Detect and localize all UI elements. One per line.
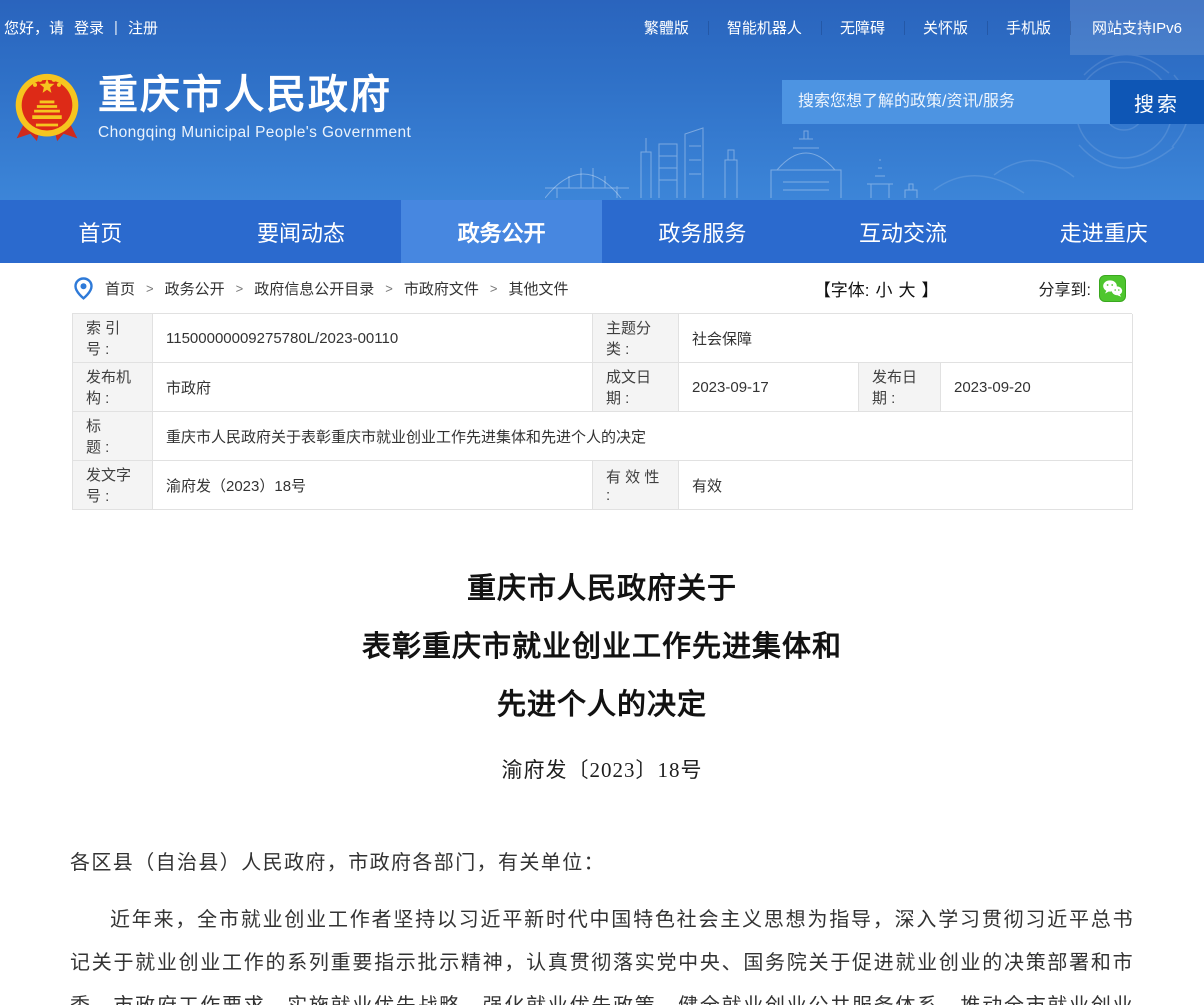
meta-title-value: 重庆市人民政府关于表彰重庆市就业创业工作先进集体和先进个人的决定 [153, 412, 1133, 461]
breadcrumb-separator: > [236, 281, 244, 296]
meta-agency-value: 市政府 [153, 363, 593, 412]
meta-doc-number-value: 渝府发（2023）18号 [153, 461, 593, 510]
meta-written-date-label: 成文日期 : [593, 363, 679, 412]
breadcrumb-directory[interactable]: 政府信息公开目录 [254, 278, 374, 299]
font-size-control: 【字体: 小 大 】 [814, 276, 939, 301]
main-nav: 首页 要闻动态 政务公开 政务服务 互动交流 走进重庆 [0, 200, 1204, 263]
topbar-user-area: 您好，请 登录 | 注册 [0, 17, 158, 38]
meta-topic-value: 社会保障 [679, 314, 1133, 363]
flower-decoration-image [874, 55, 1204, 200]
login-link[interactable]: 登录 [74, 17, 104, 38]
meta-index-value: 11500000009275780L/2023-00110 [153, 314, 593, 363]
nav-item-gov-services[interactable]: 政务服务 [602, 200, 803, 263]
document-title-line3: 先进个人的决定 [70, 676, 1134, 734]
site-subtitle: Chongqing Municipal People's Government [98, 124, 411, 142]
search-input[interactable] [782, 80, 1110, 124]
topbar-link-ipv6[interactable]: 网站支持IPv6 [1070, 0, 1204, 55]
register-link[interactable]: 注册 [128, 17, 158, 38]
document-number: 渝府发〔2023〕18号 [70, 754, 1134, 784]
nav-item-interaction[interactable]: 互动交流 [803, 200, 1004, 263]
breadcrumb-other-docs[interactable]: 其他文件 [508, 278, 568, 299]
breadcrumb-separator: > [385, 281, 393, 296]
font-control-prefix: 【字体: [814, 276, 870, 301]
font-smaller-button[interactable]: 小 [876, 276, 893, 301]
skyline-decoration-image [545, 126, 965, 200]
font-control-suffix: 】 [922, 276, 939, 301]
topbar-links: 繁體版 智能机器人 无障碍 关怀版 手机版 网站支持IPv6 [625, 0, 1204, 55]
share-label: 分享到: [1039, 276, 1091, 300]
topbar-link-accessibility[interactable]: 无障碍 [821, 0, 904, 55]
document-title: 重庆市人民政府关于 表彰重庆市就业创业工作先进集体和 先进个人的决定 [70, 560, 1134, 734]
breadcrumb: 首页 > 政务公开 > 政府信息公开目录 > 市政府文件 > 其他文件 [105, 278, 568, 299]
page: 您好，请 登录 | 注册 繁體版 智能机器人 无障碍 关怀版 手机版 网站支持I… [0, 0, 1204, 1005]
share-section: 分享到: [1039, 275, 1126, 302]
location-pin-icon [74, 277, 93, 300]
nav-item-about-chongqing[interactable]: 走进重庆 [1003, 200, 1204, 263]
document-title-line2: 表彰重庆市就业创业工作先进集体和 [70, 618, 1134, 676]
topbar-link-mobile[interactable]: 手机版 [987, 0, 1070, 55]
search-bar: 搜索 [782, 80, 1204, 124]
meta-index-label: 索 引 号 : [73, 314, 153, 363]
topbar: 您好，请 登录 | 注册 繁體版 智能机器人 无障碍 关怀版 手机版 网站支持I… [0, 0, 1204, 55]
wechat-share-icon[interactable] [1099, 275, 1126, 302]
header-zone: 您好，请 登录 | 注册 繁體版 智能机器人 无障碍 关怀版 手机版 网站支持I… [0, 0, 1204, 200]
meta-validity-value: 有效 [679, 461, 1133, 510]
font-larger-button[interactable]: 大 [899, 276, 916, 301]
nav-item-gov-info[interactable]: 政务公开 [401, 200, 602, 263]
document-paragraph: 近年来，全市就业创业工作者坚持以习近平新时代中国特色社会主义思想为指导，深入学习… [70, 899, 1134, 1005]
topbar-link-traditional[interactable]: 繁體版 [625, 0, 708, 55]
site-header: 重庆市人民政府 Chongqing Municipal People's Gov… [0, 55, 1204, 200]
meta-publish-date-label: 发布日期 : [859, 363, 941, 412]
breadcrumb-separator: > [146, 281, 154, 296]
document-body: 各区县（自治县）人民政府，市政府各部门，有关单位： 近年来，全市就业创业工作者坚… [70, 842, 1134, 1005]
meta-doc-number-label: 发文字号 : [73, 461, 153, 510]
breadcrumb-tools: 【字体: 小 大 】 分享到: [814, 275, 1126, 302]
document-title-line1: 重庆市人民政府关于 [70, 560, 1134, 618]
login-divider: | [114, 19, 118, 36]
search-button[interactable]: 搜索 [1110, 80, 1204, 124]
breadcrumb-row: 首页 > 政务公开 > 政府信息公开目录 > 市政府文件 > 其他文件 【字体:… [0, 263, 1204, 313]
nav-item-news[interactable]: 要闻动态 [201, 200, 402, 263]
nav-item-home[interactable]: 首页 [0, 200, 201, 263]
meta-written-date-value: 2023-09-17 [679, 363, 859, 412]
breadcrumb-home[interactable]: 首页 [105, 278, 135, 299]
document-salutation: 各区县（自治县）人民政府，市政府各部门，有关单位： [70, 842, 1134, 885]
document-content: 重庆市人民政府关于 表彰重庆市就业创业工作先进集体和 先进个人的决定 渝府发〔2… [70, 560, 1134, 1005]
meta-topic-label: 主题分类 : [593, 314, 679, 363]
breadcrumb-separator: > [490, 281, 498, 296]
greeting-text: 您好，请 [4, 17, 64, 38]
meta-validity-label: 有 效 性 : [593, 461, 679, 510]
meta-title-label: 标 题 : [73, 412, 153, 461]
brand-text: 重庆市人民政府 Chongqing Municipal People's Gov… [98, 72, 411, 142]
national-emblem-logo [12, 68, 82, 146]
meta-publish-date-value: 2023-09-20 [941, 363, 1133, 412]
breadcrumb-city-docs[interactable]: 市政府文件 [404, 278, 479, 299]
breadcrumb-gov-info[interactable]: 政务公开 [165, 278, 225, 299]
meta-agency-label: 发布机构 : [73, 363, 153, 412]
site-title: 重庆市人民政府 [98, 72, 411, 118]
topbar-link-care[interactable]: 关怀版 [904, 0, 987, 55]
topbar-link-robot[interactable]: 智能机器人 [708, 0, 821, 55]
document-meta-table: 索 引 号 : 11500000009275780L/2023-00110 主题… [72, 313, 1132, 510]
brand[interactable]: 重庆市人民政府 Chongqing Municipal People's Gov… [12, 68, 411, 146]
